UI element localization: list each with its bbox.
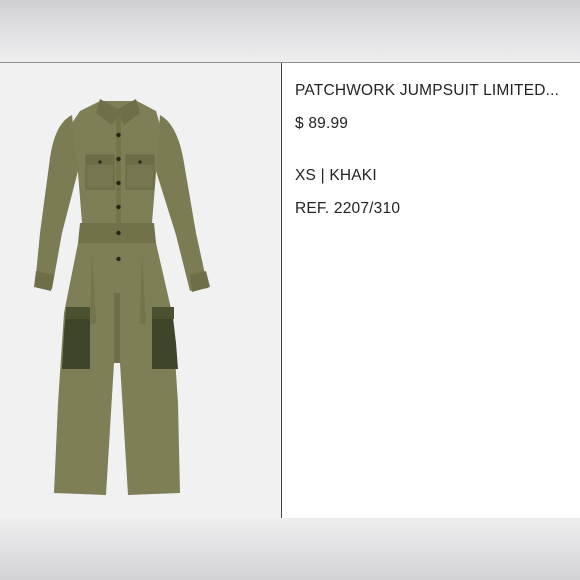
jumpsuit-illustration bbox=[34, 99, 210, 495]
bottom-bar bbox=[0, 518, 580, 580]
product-reference: REF. 2207/310 bbox=[295, 200, 401, 217]
product-title[interactable]: PATCHWORK JUMPSUIT LIMITED... bbox=[295, 82, 559, 100]
top-bar bbox=[0, 0, 580, 62]
product-image[interactable] bbox=[0, 63, 281, 519]
product-variant: XS | KHAKI bbox=[295, 167, 377, 184]
product-card[interactable]: PATCHWORK JUMPSUIT LIMITED... $ 89.99 XS… bbox=[0, 62, 580, 519]
product-price: $ 89.99 bbox=[295, 115, 349, 132]
panel-divider bbox=[281, 63, 282, 519]
product-info: PATCHWORK JUMPSUIT LIMITED... $ 89.99 XS… bbox=[295, 63, 580, 519]
